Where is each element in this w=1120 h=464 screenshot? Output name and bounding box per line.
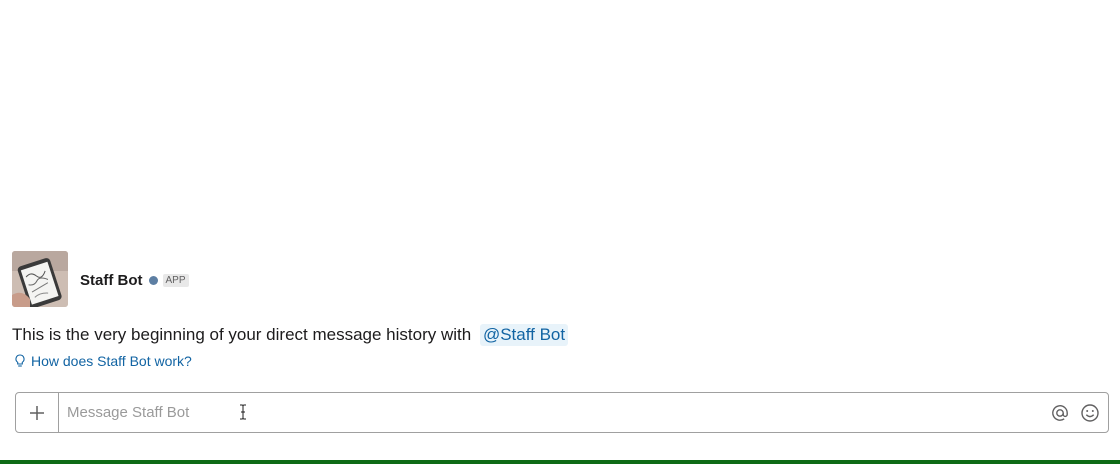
- presence-indicator: [148, 275, 158, 285]
- bot-avatar-image: [12, 251, 68, 307]
- plus-icon: [30, 405, 44, 420]
- bot-mention[interactable]: @Staff Bot: [479, 324, 569, 346]
- bottom-status-bar: [0, 460, 1120, 464]
- at-sign-icon[interactable]: [1050, 403, 1070, 423]
- help-link[interactable]: How does Staff Bot work?: [12, 353, 1108, 369]
- dm-history-text: This is the very beginning of your direc…: [12, 324, 1108, 346]
- bot-profile-row: Staff Bot APP: [12, 251, 1108, 307]
- app-badge: APP: [162, 273, 189, 287]
- composer-actions: [1050, 393, 1108, 432]
- message-composer: [15, 392, 1109, 433]
- message-input[interactable]: [59, 393, 1050, 432]
- lightbulb-icon: [15, 354, 25, 367]
- dm-intro: Staff Bot APP This is the very beginning…: [12, 251, 1108, 369]
- dm-page: Staff Bot APP This is the very beginning…: [0, 0, 1120, 464]
- attach-button[interactable]: [16, 393, 59, 432]
- bot-avatar[interactable]: [12, 251, 68, 307]
- smiley-icon[interactable]: [1080, 403, 1100, 423]
- history-text: This is the very beginning of your direc…: [12, 325, 472, 344]
- help-link-label[interactable]: How does Staff Bot work?: [31, 353, 192, 369]
- bot-name[interactable]: Staff Bot: [80, 272, 143, 289]
